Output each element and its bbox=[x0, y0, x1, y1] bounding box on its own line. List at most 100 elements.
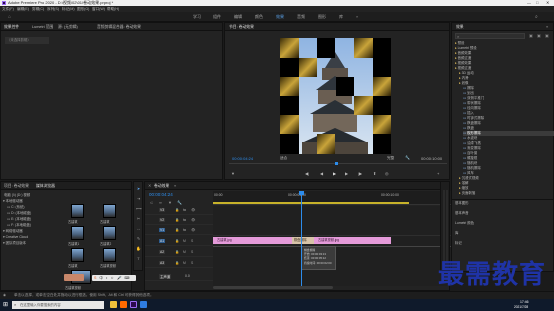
workspace-overflow-icon[interactable]: » bbox=[356, 12, 358, 22]
sync-icon[interactable]: ⇆ bbox=[183, 218, 186, 222]
windows-start-icon[interactable]: ⊞ bbox=[3, 301, 8, 309]
tab-project[interactable]: 项目: 卷动效果 bbox=[4, 182, 29, 190]
search-icon[interactable]: ⌕ bbox=[535, 12, 538, 22]
master-volume-value[interactable]: 0.0 bbox=[185, 274, 190, 278]
track-label[interactable]: 主声道 bbox=[159, 274, 172, 279]
type-tool-icon[interactable]: T bbox=[136, 256, 141, 261]
browser-icon[interactable] bbox=[120, 301, 127, 308]
linked-selection-icon[interactable]: ∞ bbox=[159, 200, 162, 205]
premiere-taskbar-icon[interactable] bbox=[130, 301, 137, 308]
clip-image-a[interactable]: 古建筑.jpg bbox=[213, 237, 292, 244]
drive-tree-item[interactable]: ▭ C: (系统) bbox=[7, 205, 25, 210]
tab-source[interactable]: 源: (无剪辑) bbox=[58, 23, 78, 31]
slip-tool-icon[interactable]: ↔ bbox=[136, 226, 141, 231]
drive-tree-item[interactable]: ▾ 网络驱动器 bbox=[3, 229, 23, 234]
home-icon[interactable]: ⌂ bbox=[8, 12, 11, 22]
playhead-handle[interactable] bbox=[299, 191, 304, 195]
ime-logo-icon[interactable]: S bbox=[94, 276, 97, 280]
add-marker-icon[interactable]: ▼ bbox=[231, 171, 235, 176]
frame-back-icon[interactable]: ◀ bbox=[320, 171, 323, 176]
snap-icon[interactable]: ⊂ bbox=[150, 200, 153, 205]
ime-keyboard-icon[interactable]: ⌨ bbox=[124, 276, 130, 280]
step-forward-icon[interactable]: |▶ bbox=[358, 171, 362, 176]
tab-libraries[interactable]: 库 bbox=[455, 231, 458, 236]
workspace-editing[interactable]: 编辑 bbox=[234, 12, 242, 22]
ime-emoji-icon[interactable]: ☺ bbox=[110, 276, 115, 280]
workspace-libraries[interactable]: 库 bbox=[339, 12, 343, 22]
lock-icon[interactable]: 🔒 bbox=[175, 239, 179, 243]
mute-icon[interactable]: M bbox=[183, 261, 186, 265]
tab-effect-controls[interactable]: 效果控件 bbox=[4, 23, 19, 31]
track-header[interactable]: A1 🔒 M S bbox=[145, 237, 213, 246]
program-timecode[interactable]: 00:00:04:24 bbox=[232, 156, 253, 161]
workspace-learning[interactable]: 学习 bbox=[193, 12, 201, 22]
workspace-assembly[interactable]: 组件 bbox=[213, 12, 221, 22]
panel-menu-icon[interactable]: ≡ bbox=[546, 23, 548, 31]
sync-icon[interactable]: ⇆ bbox=[183, 228, 186, 232]
workspace-graphics[interactable]: 图形 bbox=[318, 12, 326, 22]
lock-icon[interactable]: 🔒 bbox=[175, 250, 179, 254]
taskbar-search-box[interactable]: ⌕ 在这里输入你要搜索的内容 bbox=[12, 301, 104, 309]
lock-icon[interactable]: 🔒 bbox=[175, 228, 179, 232]
track-header[interactable]: A3 🔒 M S bbox=[145, 259, 213, 268]
media-thumbnail[interactable] bbox=[103, 204, 116, 218]
ime-indicator[interactable] bbox=[64, 274, 84, 281]
tab-sequence[interactable]: 卷动效果 bbox=[154, 182, 169, 190]
play-icon[interactable]: ▶ bbox=[333, 171, 336, 176]
tab-audio-clip-mixer[interactable]: 音频剪辑混合器: 卷动效果 bbox=[97, 23, 141, 31]
wrench-icon[interactable]: 🔧 bbox=[405, 155, 410, 160]
lock-icon[interactable]: 🔒 bbox=[175, 261, 179, 265]
tab-program[interactable]: 节目: 卷动效果 bbox=[229, 23, 254, 31]
drive-tree-item[interactable]: ▾ Creative Cloud bbox=[3, 235, 28, 240]
workspace-effects[interactable]: 效果 bbox=[276, 12, 284, 22]
solo-icon[interactable]: S bbox=[191, 261, 193, 265]
drive-tree-item[interactable]: ▾ 团队项目版本 bbox=[3, 241, 26, 246]
settings-wrench-icon[interactable]: 🔧 bbox=[177, 200, 182, 205]
eye-icon[interactable]: 👁 bbox=[191, 208, 195, 212]
tab-markers[interactable]: 标记 bbox=[455, 241, 462, 246]
media-thumbnail[interactable] bbox=[103, 226, 116, 240]
track-label[interactable]: A1 bbox=[159, 239, 166, 243]
tab-lumetri-scopes[interactable]: Lumetri 范围 bbox=[32, 23, 53, 31]
tab-essential-sound[interactable]: 基本声音 bbox=[455, 211, 469, 216]
32bit-effects-icon[interactable]: ▣ bbox=[537, 33, 541, 38]
accelerated-effects-icon[interactable]: ▣ bbox=[529, 33, 533, 38]
mute-icon[interactable]: M bbox=[183, 250, 186, 254]
hand-tool-icon[interactable]: ✋ bbox=[136, 246, 141, 251]
eye-icon[interactable]: 👁 bbox=[191, 228, 195, 232]
timeline-zoom-scrollbar[interactable] bbox=[213, 286, 333, 289]
track-header[interactable]: A2 🔒 M S bbox=[145, 248, 213, 257]
yuv-effects-icon[interactable]: ▣ bbox=[545, 33, 549, 38]
pen-tool-icon[interactable]: ✎ bbox=[136, 236, 141, 241]
drive-tree-item[interactable]: ▾ 本地驱动器 bbox=[3, 199, 23, 204]
panel-menu-icon[interactable]: ≡ bbox=[174, 182, 176, 190]
timeline-playhead[interactable] bbox=[301, 191, 302, 286]
workspace-color[interactable]: 颜色 bbox=[255, 12, 263, 22]
step-back-icon[interactable]: ◀| bbox=[305, 171, 309, 176]
media-browser-path[interactable]: 电脑 (\\) (D:) 视频 bbox=[4, 192, 30, 197]
workspace-audio[interactable]: 音频 bbox=[297, 12, 305, 22]
media-thumbnail[interactable] bbox=[71, 226, 84, 240]
media-thumbnail[interactable] bbox=[71, 248, 84, 262]
selection-tool-icon[interactable]: ➤ bbox=[136, 186, 141, 191]
lock-icon[interactable]: 🔒 bbox=[175, 208, 179, 212]
ime-mic-icon[interactable]: 🎤 bbox=[117, 276, 122, 280]
track-header[interactable]: V3 🔒 ⇆ 👁 bbox=[145, 206, 213, 215]
ime-punct-icon[interactable]: • bbox=[106, 276, 108, 280]
program-quality-select[interactable]: 完整 bbox=[387, 156, 394, 161]
track-label[interactable]: V2 bbox=[159, 218, 166, 222]
clock-time[interactable]: 17:46 bbox=[520, 300, 529, 304]
effects-search-input[interactable]: ⌕ bbox=[455, 33, 525, 39]
clip-image-b[interactable]: 古建筑视频.jpg bbox=[314, 237, 391, 244]
track-label[interactable]: A2 bbox=[159, 250, 166, 254]
ime-toolbar[interactable]: S 中 • ☺ 🎤 ⌨ bbox=[92, 275, 136, 281]
eye-icon[interactable]: 👁 bbox=[191, 218, 195, 222]
add-marker-icon[interactable]: ▼ bbox=[168, 200, 172, 205]
time-ruler[interactable]: 00:00 00:00:05:00 00:00:10:00 bbox=[213, 191, 451, 205]
media-thumbnail[interactable] bbox=[71, 204, 84, 218]
media-thumbnail[interactable] bbox=[103, 248, 116, 262]
lock-icon[interactable]: 🔒 bbox=[175, 218, 179, 222]
solo-icon[interactable]: S bbox=[191, 239, 193, 243]
track-label[interactable]: A3 bbox=[159, 261, 166, 265]
tab-essential-graphics[interactable]: 基本图形 bbox=[455, 201, 469, 206]
